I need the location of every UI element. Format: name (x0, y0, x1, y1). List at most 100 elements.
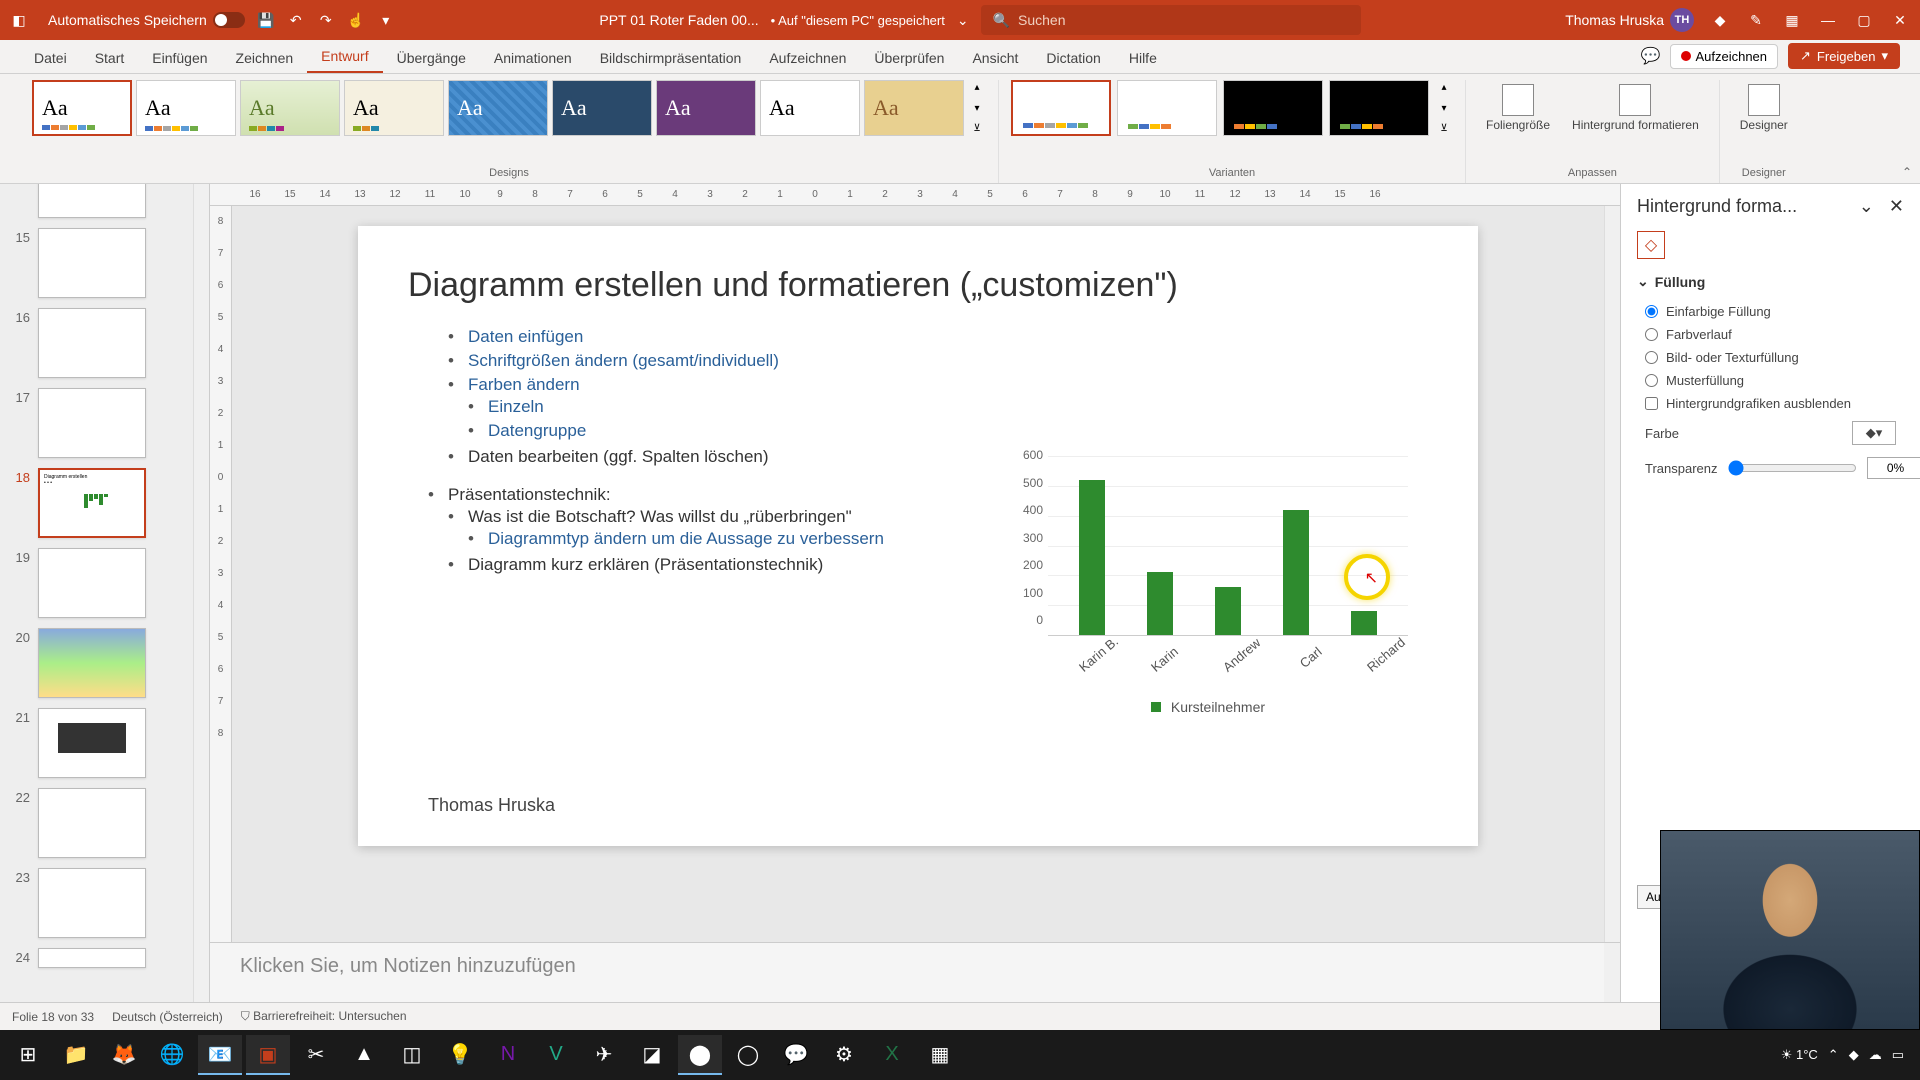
autosave-toggle[interactable]: Automatisches Speichern (48, 12, 245, 28)
app-icon-1[interactable]: ◫ (390, 1035, 434, 1075)
bullet-link[interactable]: Einzeln (488, 397, 544, 416)
panel-dropdown-icon[interactable]: ⌄ (1859, 196, 1874, 216)
start-button[interactable]: ⊞ (6, 1035, 50, 1075)
qat-more-icon[interactable]: ▾ (377, 11, 395, 29)
chart-bar[interactable] (1283, 510, 1309, 635)
theme-thumb-5[interactable]: Aa (448, 80, 548, 136)
tab-zeichnen[interactable]: Zeichnen (222, 43, 308, 73)
tab-aufzeichnen[interactable]: Aufzeichnen (755, 43, 860, 73)
fill-section-header[interactable]: ⌄ Füllung (1637, 273, 1904, 290)
format-background-button[interactable]: Hintergrund formatieren (1564, 80, 1707, 136)
tab-ueberpruefen[interactable]: Überprüfen (860, 43, 958, 73)
variant-up-icon[interactable]: ▴ (1435, 82, 1453, 93)
tab-dictation[interactable]: Dictation (1032, 43, 1114, 73)
tab-animationen[interactable]: Animationen (480, 43, 586, 73)
bullet-link[interactable]: Datengruppe (488, 421, 586, 440)
save-icon[interactable]: 💾 (257, 11, 275, 29)
toggle-switch[interactable] (213, 12, 245, 28)
tab-hilfe[interactable]: Hilfe (1115, 43, 1171, 73)
theme-thumb-7[interactable]: Aa (656, 80, 756, 136)
fill-gradient-option[interactable]: Farbverlauf (1637, 323, 1904, 346)
tray-icon[interactable]: ◆ (1849, 1047, 1859, 1063)
designer-button[interactable]: Designer (1732, 80, 1796, 136)
telegram-icon[interactable]: ✈ (582, 1035, 626, 1075)
fill-pattern-option[interactable]: Musterfüllung (1637, 369, 1904, 392)
snip-icon[interactable]: ✂ (294, 1035, 338, 1075)
slide-title[interactable]: Diagramm erstellen und formatieren („cus… (408, 266, 1428, 305)
variant-gallery[interactable]: ▴ ▾ ⊻ (1011, 80, 1453, 136)
slide-thumb-21[interactable] (38, 708, 146, 778)
tab-start[interactable]: Start (81, 43, 139, 73)
app-icon-5[interactable]: ◯ (726, 1035, 770, 1075)
variant-2[interactable] (1117, 80, 1217, 136)
bullet-link[interactable]: Schriftgrößen ändern (gesamt/individuell… (468, 351, 779, 370)
slide-thumb-24[interactable] (38, 948, 146, 968)
chart-object[interactable]: 600 500 400 300 200 100 0 (1008, 456, 1408, 736)
thumb-scrollbar[interactable] (193, 184, 209, 1002)
notes-pane[interactable]: Klicken Sie, um Notizen hinzuzufügen (210, 942, 1620, 1002)
tray-cloud-icon[interactable]: ☁ (1869, 1047, 1882, 1063)
slide-thumb-22[interactable] (38, 788, 146, 858)
fill-tab-icon[interactable]: ◇ (1637, 231, 1665, 259)
tab-ansicht[interactable]: Ansicht (958, 43, 1032, 73)
slide-thumb-23[interactable] (38, 868, 146, 938)
slide-thumb-19[interactable] (38, 548, 146, 618)
comments-icon[interactable]: 💬 (1641, 46, 1661, 66)
settings-icon[interactable]: ⚙ (822, 1035, 866, 1075)
accessibility-label[interactable]: ⛉ Barrierefreiheit: Untersuchen (241, 1009, 407, 1024)
slide-counter[interactable]: Folie 18 von 33 (12, 1010, 94, 1024)
app-icon-3[interactable]: V (534, 1035, 578, 1075)
saved-location-label[interactable]: • Auf "diesem PC" gespeichert (771, 13, 945, 28)
outlook-icon[interactable]: 📧 (198, 1035, 242, 1075)
bullet-link[interactable]: Farben ändern (468, 375, 580, 394)
vlc-icon[interactable]: ▲ (342, 1035, 386, 1075)
theme-gallery[interactable]: Aa Aa Aa Aa Aa Aa Aa Aa Aa ▴ ▾ ⊻ (32, 80, 986, 136)
tab-entwurf[interactable]: Entwurf (307, 41, 382, 73)
panel-close-icon[interactable]: ✕ (1889, 196, 1904, 216)
slide-thumb-18[interactable]: Diagramm erstellen• • • (38, 468, 146, 538)
slide-size-button[interactable]: Foliengröße (1478, 80, 1558, 136)
chrome-icon[interactable]: 🌐 (150, 1035, 194, 1075)
calendar-icon[interactable]: ▦ (1782, 10, 1802, 30)
chart-bar[interactable] (1215, 587, 1241, 635)
fill-picture-option[interactable]: Bild- oder Texturfüllung (1637, 346, 1904, 369)
language-label[interactable]: Deutsch (Österreich) (112, 1010, 223, 1024)
notes-scrollbar[interactable] (1604, 943, 1620, 1002)
user-account[interactable]: Thomas Hruska TH (1565, 8, 1694, 32)
gallery-up-icon[interactable]: ▴ (968, 82, 986, 93)
share-button[interactable]: ↗ Freigeben ▾ (1788, 43, 1900, 69)
slide-thumb-17[interactable] (38, 388, 146, 458)
discord-icon[interactable]: 💬 (774, 1035, 818, 1075)
diamond-icon[interactable]: ◆ (1710, 10, 1730, 30)
pen-icon[interactable]: ✎ (1746, 10, 1766, 30)
touch-mode-icon[interactable]: ☝ (347, 11, 365, 29)
theme-thumb-9[interactable]: Aa (864, 80, 964, 136)
theme-thumb-8[interactable]: Aa (760, 80, 860, 136)
transparency-slider[interactable] (1728, 460, 1857, 476)
variant-down-icon[interactable]: ▾ (1435, 103, 1453, 114)
theme-thumb-6[interactable]: Aa (552, 80, 652, 136)
variant-1[interactable] (1011, 80, 1111, 136)
excel-icon[interactable]: X (870, 1035, 914, 1075)
gallery-down-icon[interactable]: ▾ (968, 103, 986, 114)
search-input[interactable]: 🔍 Suchen (981, 5, 1361, 35)
powerpoint-icon[interactable]: ▣ (246, 1035, 290, 1075)
tab-datei[interactable]: Datei (20, 43, 81, 73)
close-icon[interactable]: ✕ (1890, 10, 1910, 30)
theme-thumb-4[interactable]: Aa (344, 80, 444, 136)
slide-thumb-14[interactable] (38, 184, 146, 218)
ribbon-collapse-icon[interactable]: ⌃ (1902, 165, 1912, 179)
bullet-link[interactable]: Diagrammtyp ändern um die Aussage zu ver… (488, 529, 884, 548)
app-icon-6[interactable]: ▦ (918, 1035, 962, 1075)
tray-icon-2[interactable]: ▭ (1892, 1047, 1904, 1063)
record-button[interactable]: Aufzeichnen (1670, 44, 1778, 69)
slide-thumb-20[interactable] (38, 628, 146, 698)
filename-label[interactable]: PPT 01 Roter Faden 00... (599, 12, 758, 28)
tab-bildschirmpraesentation[interactable]: Bildschirmpräsentation (586, 43, 756, 73)
variant-4[interactable] (1329, 80, 1429, 136)
slide-thumb-15[interactable] (38, 228, 146, 298)
slide-content[interactable]: Diagramm erstellen und formatieren („cus… (358, 226, 1478, 846)
weather-widget[interactable]: ☀ 1°C (1781, 1047, 1818, 1063)
gallery-more-icon[interactable]: ⊻ (968, 123, 986, 134)
minimize-icon[interactable]: — (1818, 10, 1838, 30)
